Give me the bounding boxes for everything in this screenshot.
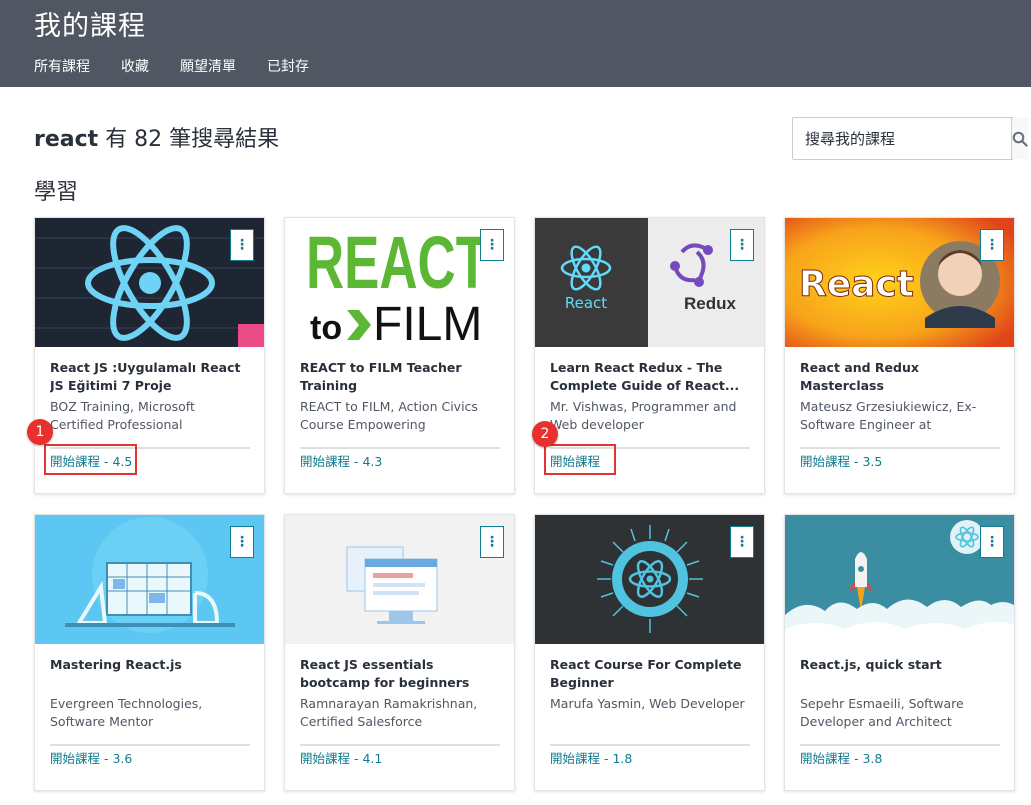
start-course-link[interactable]: 開始課程 - 3.6 xyxy=(50,748,132,767)
course-menu-button[interactable]: ⋮ xyxy=(730,229,754,261)
search-button[interactable] xyxy=(1012,118,1028,159)
course-author: BOZ Training, Microsoft Certified Profes… xyxy=(50,399,195,432)
course-menu-button[interactable]: ⋮ xyxy=(480,229,504,261)
annotation-badge: 1 xyxy=(27,419,53,445)
progress-bar xyxy=(550,744,750,746)
search-icon xyxy=(1012,131,1028,147)
course-title: React.js, quick start xyxy=(800,657,942,672)
course-author: REACT to FILM, Action Civics Course Empo… xyxy=(300,399,478,432)
page-title: 我的課程 xyxy=(34,11,146,42)
section-label: 學習 xyxy=(34,180,79,205)
start-course-label: 開始課程 xyxy=(300,454,351,469)
course-author: Mr. Vishwas, Programmer and Web develope… xyxy=(550,399,737,432)
course-menu-button[interactable]: ⋮ xyxy=(230,229,254,261)
course-title: React Course For Complete Beginner xyxy=(550,657,742,690)
course-menu-button[interactable]: ⋮ xyxy=(480,526,504,558)
progress-bar xyxy=(50,744,250,746)
course-title: Mastering React.js xyxy=(50,657,182,672)
thumb-text-to: to xyxy=(310,309,342,347)
start-course-link[interactable]: 開始課程 - 3.8 xyxy=(800,748,882,767)
course-rating: - 4.3 xyxy=(354,454,383,469)
start-course-label: 開始課程 xyxy=(550,751,601,766)
course-rating: - 1.8 xyxy=(604,751,633,766)
search-input[interactable] xyxy=(793,118,1012,159)
thumb-text-film: FILM xyxy=(373,298,482,347)
course-rating: - 3.8 xyxy=(854,751,883,766)
course-card[interactable]: React ⋮ React and Redux Masterclass Mate… xyxy=(784,217,1015,494)
tab-bar: 所有課程 收藏 願望清單 已封存 xyxy=(34,56,340,76)
progress-bar xyxy=(300,744,500,746)
start-course-label: 開始課程 xyxy=(800,751,851,766)
tab-all-courses[interactable]: 所有課程 xyxy=(34,56,90,76)
highlight-box xyxy=(544,444,616,475)
course-author: Ramnarayan Ramakrishnan, Certified Sales… xyxy=(300,696,478,729)
thumb-text-react: React xyxy=(565,294,607,312)
course-title: React and Redux Masterclass xyxy=(800,360,919,393)
course-author: Sepehr Esmaeili, Software Developer and … xyxy=(800,696,964,729)
more-vertical-icon: ⋮ xyxy=(735,534,749,550)
start-course-label: 開始課程 xyxy=(800,454,851,469)
course-menu-button[interactable]: ⋮ xyxy=(730,526,754,558)
start-course-label: 開始課程 xyxy=(300,751,351,766)
course-card[interactable]: ⋮ Mastering React.js Evergreen Technolog… xyxy=(34,514,265,791)
tab-wishlist[interactable]: 願望清單 xyxy=(180,56,236,76)
course-title: React JS :Uygulamalı React JS Eğitimi 7 … xyxy=(50,360,241,393)
highlight-box xyxy=(44,444,137,475)
course-card[interactable]: ⋮ React Course For Complete Beginner Mar… xyxy=(534,514,765,791)
course-rating: - 4.1 xyxy=(354,751,383,766)
search-box xyxy=(792,117,1028,160)
course-author: Evergreen Technologies, Software Mentor xyxy=(50,696,203,729)
more-vertical-icon: ⋮ xyxy=(485,237,499,253)
search-query: react xyxy=(34,127,99,152)
start-course-label: 開始課程 xyxy=(50,751,101,766)
course-title: REACT to FILM Teacher Training xyxy=(300,360,462,393)
search-result-count: 有 82 筆搜尋結果 xyxy=(105,127,280,152)
tab-favorites[interactable]: 收藏 xyxy=(121,56,149,76)
course-menu-button[interactable]: ⋮ xyxy=(980,526,1004,558)
start-course-link[interactable]: 開始課程 - 3.5 xyxy=(800,451,882,470)
more-vertical-icon: ⋮ xyxy=(485,534,499,550)
header-bar: 我的課程 所有課程 收藏 願望清單 已封存 xyxy=(0,0,1031,87)
more-vertical-icon: ⋮ xyxy=(985,534,999,550)
course-card[interactable]: ⋮ React JS essentials bootcamp for begin… xyxy=(284,514,515,791)
course-menu-button[interactable]: ⋮ xyxy=(980,229,1004,261)
course-menu-button[interactable]: ⋮ xyxy=(230,526,254,558)
tab-archived[interactable]: 已封存 xyxy=(267,56,309,76)
annotation-badge: 2 xyxy=(532,421,558,447)
more-vertical-icon: ⋮ xyxy=(235,237,249,253)
course-author: Marufa Yasmin, Web Developer xyxy=(550,696,745,711)
course-title: Learn React Redux - The Complete Guide o… xyxy=(550,360,740,393)
progress-bar xyxy=(800,744,1000,746)
progress-bar xyxy=(800,447,1000,449)
more-vertical-icon: ⋮ xyxy=(235,534,249,550)
course-rating: - 3.5 xyxy=(854,454,883,469)
course-title: React JS essentials bootcamp for beginne… xyxy=(300,657,470,690)
search-result-heading: react 有 82 筆搜尋結果 xyxy=(34,121,279,153)
course-card[interactable]: ⋮ React.js, quick start Sepehr Esmaeili,… xyxy=(784,514,1015,791)
thumb-text-react: React xyxy=(799,264,914,305)
progress-bar xyxy=(300,447,500,449)
start-course-link[interactable]: 開始課程 - 1.8 xyxy=(550,748,632,767)
thumb-text-redux: Redux xyxy=(684,294,737,313)
thumb-text-react: REACT xyxy=(306,221,488,304)
course-author: Mateusz Grzesiukiewicz, Ex-Software Engi… xyxy=(800,399,977,432)
start-course-link[interactable]: 開始課程 - 4.1 xyxy=(300,748,382,767)
start-course-link[interactable]: 開始課程 - 4.3 xyxy=(300,451,382,470)
more-vertical-icon: ⋮ xyxy=(985,237,999,253)
more-vertical-icon: ⋮ xyxy=(735,237,749,253)
course-card[interactable]: REACT to FILM ⋮ REACT to FILM Teacher Tr… xyxy=(284,217,515,494)
course-rating: - 3.6 xyxy=(104,751,133,766)
